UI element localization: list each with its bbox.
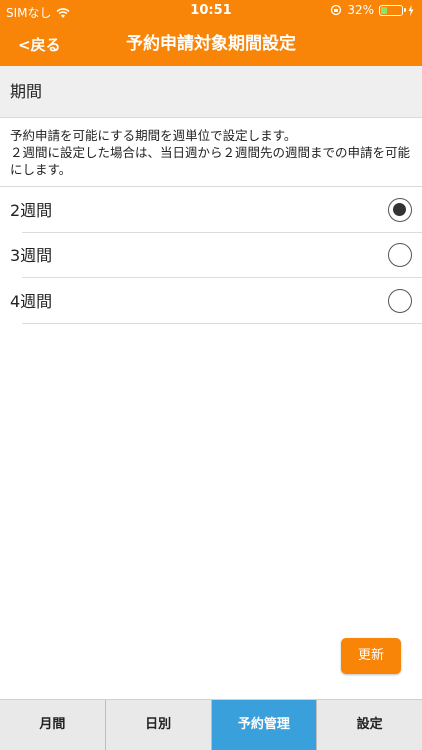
tab-monthly[interactable]: 月間 — [0, 700, 106, 750]
update-button[interactable]: 更新 — [341, 638, 401, 674]
option-label: 2週間 — [10, 201, 53, 220]
battery-percent: 32% — [347, 3, 374, 17]
battery-icon — [379, 4, 406, 16]
status-right: 32% — [330, 3, 414, 17]
tab-reservation-management[interactable]: 予約管理 — [211, 700, 318, 750]
description-line-2: ２週間に設定した場合は、当日週から２週間先の週間までの申請を可能にします。 — [10, 145, 411, 177]
back-label: <戻る — [18, 35, 61, 54]
description-line-1: 予約申請を可能にする期間を週単位で設定します。 — [10, 128, 297, 143]
rotation-lock-icon — [331, 4, 342, 16]
period-option-4-weeks[interactable]: 4週間 — [0, 279, 422, 324]
divider — [22, 277, 422, 278]
radio-selected-dot — [393, 203, 406, 216]
tab-daily[interactable]: 日別 — [106, 700, 212, 750]
divider — [22, 323, 422, 324]
radio-button[interactable] — [388, 198, 412, 222]
section-description: 予約申請を可能にする期間を週単位で設定します。 ２週間に設定した場合は、当日週か… — [0, 119, 422, 187]
option-label: 4週間 — [10, 292, 53, 311]
option-label: 3週間 — [10, 246, 53, 265]
charging-icon — [408, 4, 414, 16]
period-option-3-weeks[interactable]: 3週間 — [0, 233, 422, 278]
section-header: 期間 — [0, 66, 422, 118]
page-title: 予約申請対象期間設定 — [126, 34, 296, 54]
radio-button[interactable] — [388, 289, 412, 313]
navigation-bar: <戻る 予約申請対象期間設定 — [0, 22, 422, 66]
battery-fill — [381, 6, 387, 14]
tab-settings[interactable]: 設定 — [317, 700, 422, 750]
back-button[interactable]: <戻る — [18, 22, 61, 66]
period-option-2-weeks[interactable]: 2週間 — [0, 188, 422, 233]
status-bar: SIMなし 10:51 32% — [0, 0, 422, 22]
tab-bar: 月間 日別 予約管理 設定 — [0, 699, 422, 750]
radio-button[interactable] — [388, 243, 412, 267]
